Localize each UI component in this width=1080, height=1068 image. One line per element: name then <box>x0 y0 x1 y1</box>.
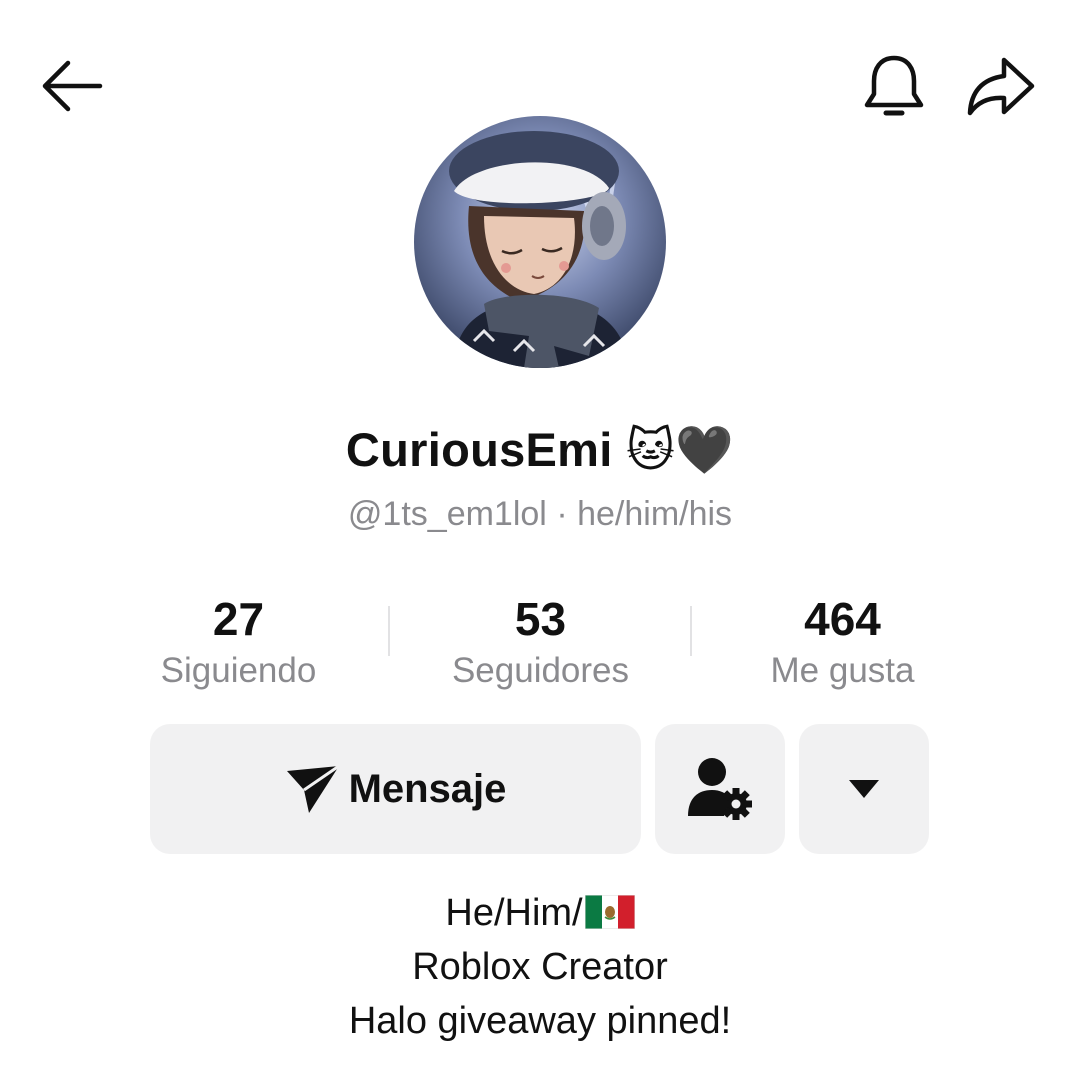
followers-label: Seguidores <box>451 651 630 690</box>
more-options-button[interactable] <box>799 724 929 854</box>
share-button[interactable] <box>962 50 1038 122</box>
stat-likes[interactable]: 464 Me gusta <box>692 590 993 694</box>
following-label: Siguiendo <box>160 651 317 690</box>
bell-icon <box>864 55 924 116</box>
arrow-left-icon <box>42 60 103 112</box>
handle-separator: · <box>556 495 568 533</box>
bio-line-role: Roblox Creator <box>412 946 668 988</box>
pronouns: he/him/his <box>577 495 733 533</box>
profile-bio: He/Him/ Roblox Creator Halo giveaway pin… <box>0 886 1080 1048</box>
caret-down-icon <box>849 780 879 798</box>
username-handle: @1ts_em1lol <box>347 495 547 533</box>
user-settings-icon <box>688 758 752 820</box>
mexico-flag-icon <box>584 895 635 929</box>
avatar-illustration <box>414 116 666 368</box>
likes-label: Me gusta <box>770 651 915 690</box>
profile-name-row: CuriousEmi 🐱🖤 <box>0 418 1080 483</box>
notifications-button[interactable] <box>858 50 930 122</box>
message-button-content: Mensaje <box>150 724 641 854</box>
share-arrow-icon <box>967 57 1035 116</box>
more-options-content <box>799 724 929 854</box>
profile-avatar[interactable] <box>414 116 666 368</box>
stat-following[interactable]: 27 Siguiendo <box>88 590 389 694</box>
friend-settings-button[interactable] <box>655 724 785 854</box>
likes-count: 464 <box>804 593 881 645</box>
bio-line-pronouns: He/Him/ <box>0 886 1080 940</box>
display-name: CuriousEmi <box>345 423 613 476</box>
following-count: 27 <box>212 593 265 645</box>
profile-stats: 27 Siguiendo 53 Seguidores 464 Me gusta <box>88 590 992 700</box>
stat-followers[interactable]: 53 Seguidores <box>390 590 691 694</box>
bio-line-giveaway: Halo giveaway pinned! <box>348 1000 732 1042</box>
send-icon <box>286 764 340 813</box>
bio-pronouns-text: He/Him/ <box>445 892 583 934</box>
message-button[interactable]: Mensaje <box>150 724 641 854</box>
message-button-label: Mensaje <box>348 767 507 811</box>
back-button[interactable] <box>38 52 106 120</box>
followers-count: 53 <box>514 593 567 645</box>
friend-settings-content <box>655 724 785 854</box>
handle-row: @1ts_em1lol · he/him/his <box>0 492 1080 536</box>
name-emoji: 🐱🖤 <box>626 423 735 478</box>
